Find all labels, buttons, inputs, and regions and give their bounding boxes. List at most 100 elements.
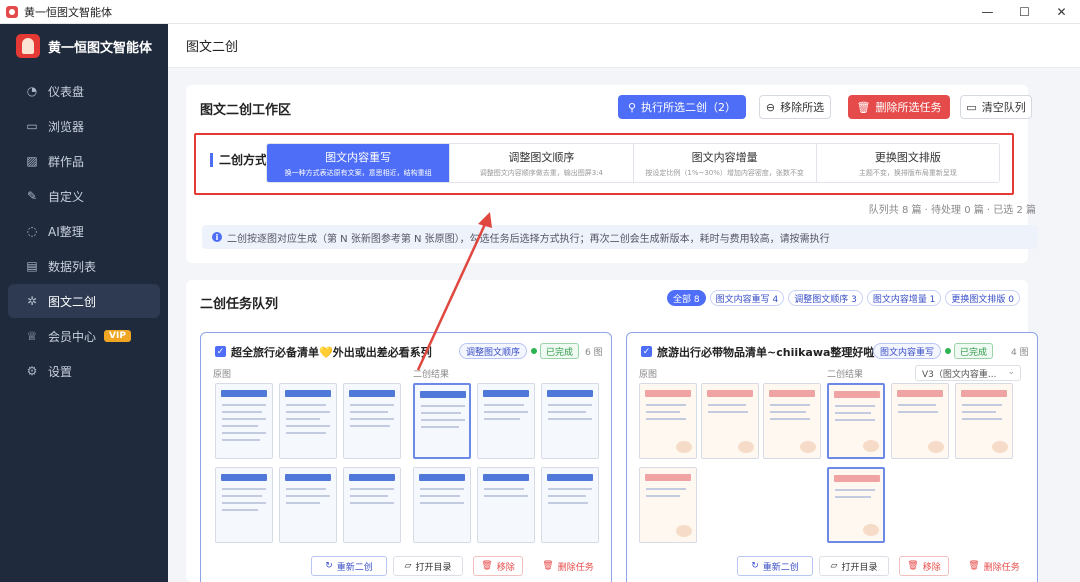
status-dot-icon <box>531 348 537 354</box>
status-badge: 已完成 <box>540 343 580 359</box>
chat-icon: ◌ <box>26 224 38 238</box>
monitor-icon: ▭ <box>26 119 38 133</box>
original-thumbnail[interactable] <box>639 467 697 543</box>
sidebar-item-label: 设置 <box>48 364 73 379</box>
result-thumbnail[interactable] <box>955 383 1013 459</box>
sidebar-item-settings[interactable]: ⚙ 设置 <box>8 354 160 388</box>
image-count: 4 图 <box>1011 348 1029 358</box>
redo-remix-button[interactable]: ↻ 重新二创 <box>311 556 387 576</box>
mode-option-relayout[interactable]: 更换图文排版 主题不变，换排版布局重新呈现 <box>816 144 999 182</box>
filter-increment[interactable]: 图文内容增量 1 <box>866 290 942 306</box>
brand-name: 黄一恒图文智能体 <box>48 40 153 56</box>
remove-selected-button[interactable]: ⊖ 移除所选 <box>759 95 831 119</box>
delete-selected-button[interactable]: 🗑 删除所选任务 <box>848 95 950 119</box>
original-thumbnail[interactable] <box>343 383 401 459</box>
delete-task-button[interactable]: 🗑 删除任务 <box>959 556 1029 576</box>
delete-task-button[interactable]: 🗑 删除任务 <box>533 556 603 576</box>
original-thumbnail[interactable] <box>639 383 697 459</box>
page-title: 图文二创 <box>168 24 1080 68</box>
result-thumbnail[interactable] <box>413 383 471 459</box>
result-thumbnail[interactable] <box>827 467 885 543</box>
original-thumbnail[interactable] <box>279 383 337 459</box>
result-thumbnail[interactable] <box>541 467 599 543</box>
task-checkbox[interactable]: ✓ <box>215 346 226 357</box>
original-label: 原图 <box>639 370 658 380</box>
result-thumbnail[interactable] <box>541 383 599 459</box>
chevron-down-icon: ⌄ <box>1007 367 1015 377</box>
filter-all[interactable]: 全部 8 <box>667 290 706 306</box>
mode-option-increment[interactable]: 图文内容增量 按设定比例（1%~30%）增加内容密度，张数不变 <box>633 144 817 182</box>
workspace-card: 图文二创工作区 ⚲ 执行所选二创（2） ⊖ 移除所选 🗑 删除所选任务 ▭ 清空队列 二… <box>186 85 1038 263</box>
sidebar-item-label: 浏览器 <box>48 119 85 134</box>
maximize-button[interactable]: ☐ <box>1006 0 1043 24</box>
filter-rewrite[interactable]: 图文内容重写 4 <box>709 290 785 306</box>
close-button[interactable]: ✕ <box>1043 0 1080 24</box>
sidebar-item-browser[interactable]: ▭ 浏览器 <box>8 109 160 143</box>
window-title: 黄一恒图文智能体 <box>24 5 112 19</box>
trash-icon: 🗑 <box>856 100 871 114</box>
sidebar-item-group-works[interactable]: ▨ 群作品 <box>8 144 160 178</box>
clear-icon: ▭ <box>966 100 977 114</box>
clear-queue-button[interactable]: ▭ 清空队列 <box>960 95 1032 119</box>
document-icon: ▤ <box>26 259 38 273</box>
task-queue-card: 二创任务队列 全部 8 图文内容重写 4 调整图文顺序 3 图文内容增量 1 更… <box>186 280 1038 582</box>
mode-label: 二创方式 <box>210 153 267 167</box>
original-thumbnail[interactable] <box>215 383 273 459</box>
original-thumbnail[interactable] <box>343 467 401 543</box>
trash-icon: 🗑 <box>907 561 919 571</box>
sidebar-item-label: 仪表盘 <box>48 84 85 99</box>
info-banner: i 二创按逐图对应生成（第 N 张新图参考第 N 张原图），勾选任务后选择方式执行… <box>202 225 1038 249</box>
status-badge: 已完成 <box>954 343 994 359</box>
sidebar-item-data-list[interactable]: ▤ 数据列表 <box>8 249 160 283</box>
sidebar-item-label: 会员中心 <box>48 329 97 344</box>
task-title: 超全旅行必备清单💛外出或出差必看系列 <box>231 346 432 359</box>
original-label: 原图 <box>213 370 232 380</box>
sidebar-item-ai-organize[interactable]: ◌ AI整理 <box>8 214 160 248</box>
open-folder-button[interactable]: ▱ 打开目录 <box>819 556 889 576</box>
result-thumbnail[interactable] <box>477 467 535 543</box>
window-titlebar: 黄一恒图文智能体 — ☐ ✕ <box>0 0 1080 24</box>
result-thumbnail[interactable] <box>477 383 535 459</box>
redo-remix-button[interactable]: ↻ 重新二创 <box>737 556 813 576</box>
brand: 黄一恒图文智能体 <box>0 24 168 68</box>
sidebar-nav: ◔ 仪表盘 ▭ 浏览器 ▨ 群作品 ✎ 自定义 ◌ AI整理 ▤ 数据列表 ✲ 图文二创 ♕ 会… <box>0 74 168 388</box>
original-thumbnail[interactable] <box>215 467 273 543</box>
sidebar-item-member-center[interactable]: ♕ 会员中心 VIP <box>8 319 160 353</box>
sidebar-item-custom[interactable]: ✎ 自定义 <box>8 179 160 213</box>
trash-icon: 🗑 <box>968 561 980 571</box>
vip-badge: VIP <box>104 330 131 342</box>
magic-wand-icon: ⚲ <box>627 100 637 114</box>
original-thumbnail[interactable] <box>763 383 821 459</box>
filter-relayout[interactable]: 更换图文排版 0 <box>945 290 1020 306</box>
remove-task-button[interactable]: 🗑 移除 <box>899 556 949 576</box>
task-checkbox[interactable]: ✓ <box>641 346 652 357</box>
task-card[interactable]: ✓ 超全旅行必备清单💛外出或出差必看系列 调整图文顺序 已完成 6 图 原图 二… <box>200 332 612 582</box>
refresh-icon: ↻ <box>325 561 333 571</box>
open-folder-button[interactable]: ▱ 打开目录 <box>393 556 463 576</box>
remove-task-button[interactable]: 🗑 移除 <box>473 556 523 576</box>
sidebar-item-dashboard[interactable]: ◔ 仪表盘 <box>8 74 160 108</box>
workspace-title: 图文二创工作区 <box>200 103 292 118</box>
original-thumbnail[interactable] <box>701 383 759 459</box>
minimize-button[interactable]: — <box>969 0 1006 24</box>
run-selected-button[interactable]: ⚲ 执行所选二创（2） <box>618 95 746 119</box>
main-content: 图文二创 图文二创工作区 ⚲ 执行所选二创（2） ⊖ 移除所选 🗑 删除所选任务 ▭ 清… <box>168 24 1080 582</box>
filter-reorder[interactable]: 调整图文顺序 3 <box>788 290 863 306</box>
mode-selector-highlight: 二创方式 图文内容重写 换一种方式表达原有文案，意思相近，结构重组 调整图文顺序调… <box>194 133 1014 195</box>
result-thumbnail[interactable] <box>827 383 885 459</box>
mode-option-reorder[interactable]: 调整图文顺序 调整图文内容顺序做去重，输出图屏3:4 <box>450 144 634 182</box>
result-label: 二创结果 <box>827 370 864 380</box>
folder-icon: ▱ <box>404 561 412 571</box>
trash-icon: 🗑 <box>542 561 554 571</box>
result-thumbnail[interactable] <box>891 383 949 459</box>
mode-option-rewrite[interactable]: 图文内容重写 换一种方式表达原有文案，意思相近，结构重组 <box>267 144 451 182</box>
result-thumbnail[interactable] <box>413 467 471 543</box>
mode-segmented-control: 图文内容重写 换一种方式表达原有文案，意思相近，结构重组 调整图文顺序 调整图文内容… <box>266 143 1000 183</box>
task-card[interactable]: ✓ 旅游出行必带物品清单~chiikawa整理好啦 图文内容重写 已完成 4 图… <box>626 332 1038 582</box>
sidebar: 黄一恒图文智能体 ◔ 仪表盘 ▭ 浏览器 ▨ 群作品 ✎ 自定义 ◌ AI整理 ▤ 数据列表… <box>0 24 168 582</box>
sidebar-item-remix[interactable]: ✲ 图文二创 <box>8 284 160 318</box>
image-count: 6 图 <box>585 348 603 358</box>
original-thumbnail[interactable] <box>279 467 337 543</box>
refresh-icon: ↻ <box>751 561 759 571</box>
version-select[interactable]: V3（图文内容重... ⌄ <box>915 365 1021 381</box>
